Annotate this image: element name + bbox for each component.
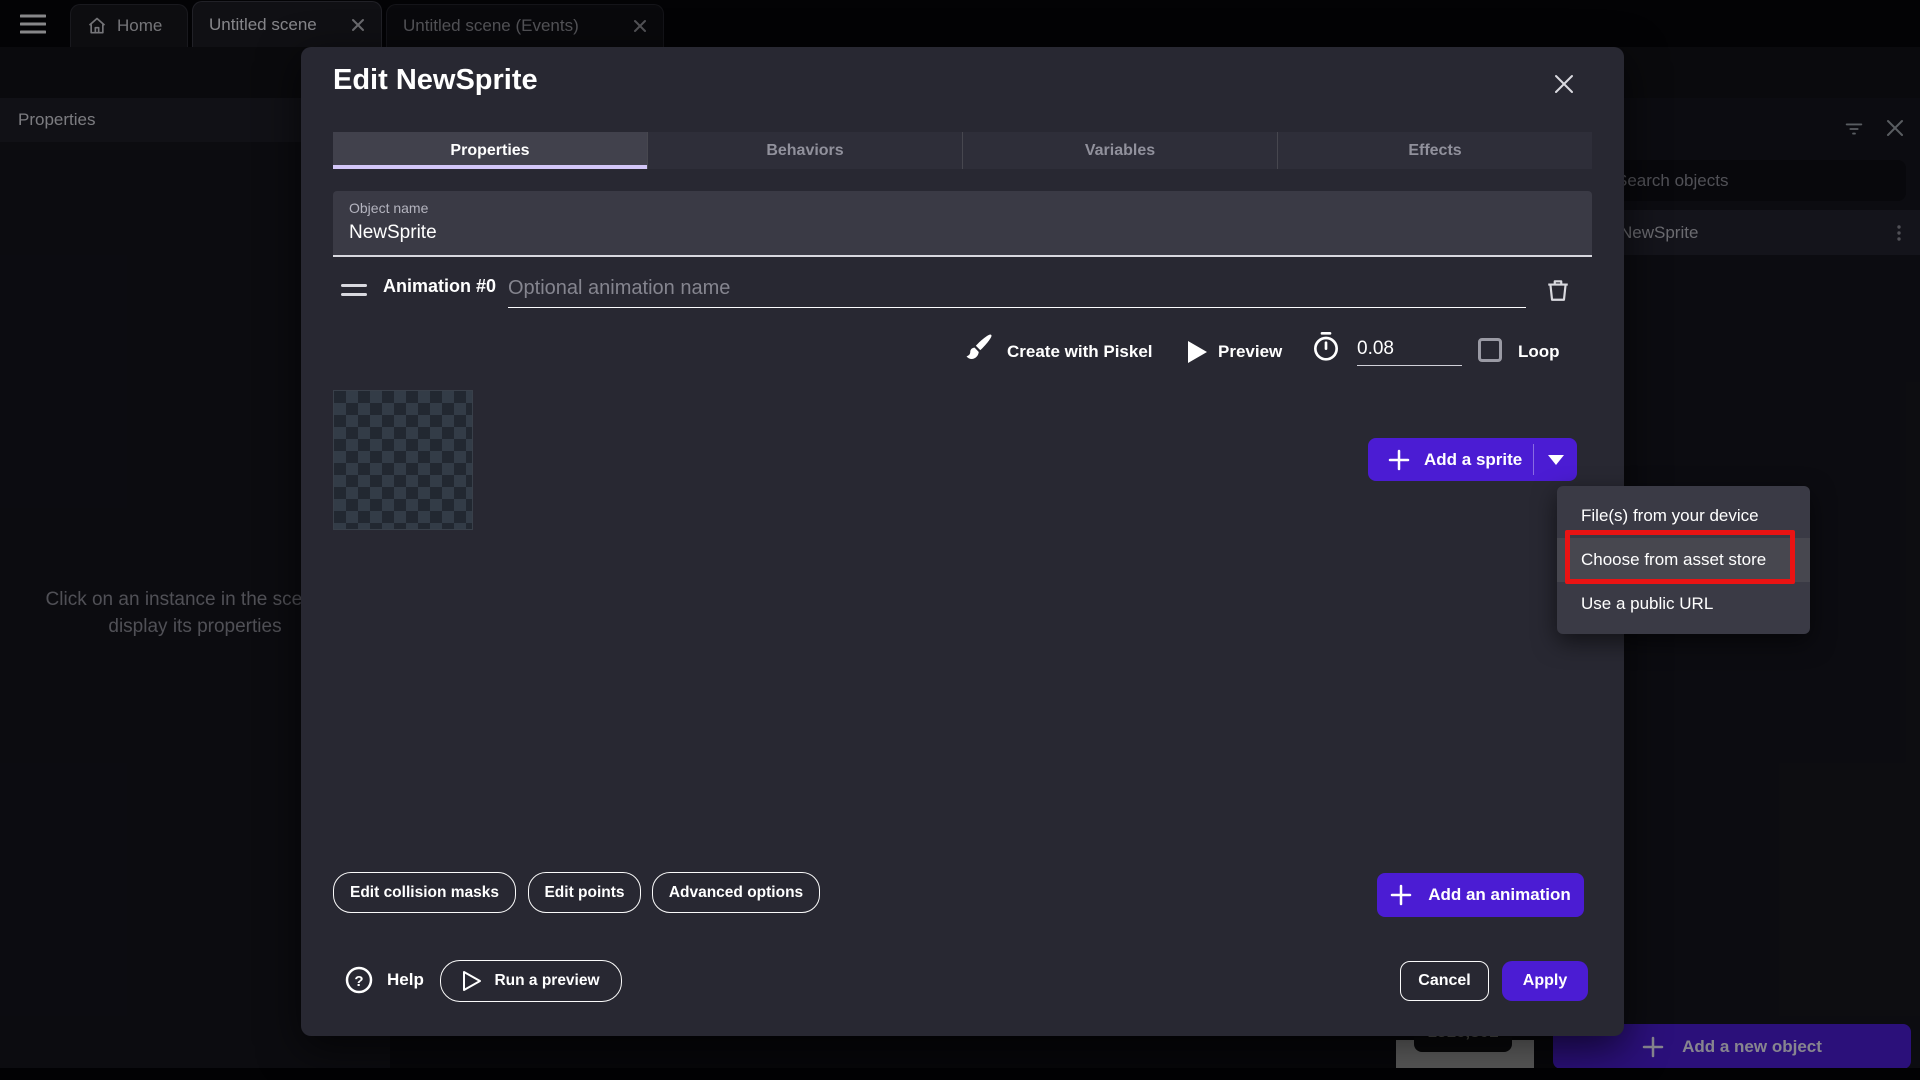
plus-icon	[1390, 884, 1412, 906]
add-sprite-main[interactable]: Add a sprite	[1368, 449, 1533, 471]
cancel-button[interactable]: Cancel	[1400, 961, 1489, 1001]
play-outline-icon	[462, 970, 482, 992]
advanced-options-button[interactable]: Advanced options	[652, 872, 820, 913]
tab-behaviors[interactable]: Behaviors	[648, 132, 963, 169]
question-circle-icon: ?	[345, 966, 373, 994]
apply-button[interactable]: Apply	[1502, 961, 1588, 1001]
object-name-input[interactable]	[349, 222, 1576, 244]
add-animation-button[interactable]: Add an animation	[1377, 873, 1584, 917]
gdevelop-editor: Home Untitled scene Untitled scene (Even…	[0, 0, 1920, 1080]
stopwatch-icon	[1310, 330, 1342, 362]
animation-label: Animation #0	[383, 276, 496, 297]
tab-effects[interactable]: Effects	[1278, 132, 1592, 169]
dialog-tab-bar: Properties Behaviors Variables Effects	[333, 132, 1592, 169]
edit-collision-masks-button[interactable]: Edit collision masks	[333, 872, 516, 913]
help-button[interactable]: ? Help	[345, 966, 424, 994]
dialog-title: Edit NewSprite	[333, 64, 538, 97]
dialog-close-icon[interactable]	[1552, 72, 1576, 96]
object-name-label: Object name	[349, 200, 1576, 216]
tab-properties[interactable]: Properties	[333, 132, 648, 169]
plus-icon	[1388, 449, 1410, 471]
add-sprite-label: Add a sprite	[1424, 450, 1522, 470]
annotation-highlight-box	[1565, 530, 1795, 584]
help-label: Help	[387, 970, 424, 990]
add-sprite-button[interactable]: Add a sprite	[1368, 438, 1577, 481]
svg-text:?: ?	[354, 973, 363, 990]
empty-sprite-thumbnail[interactable]	[333, 390, 473, 530]
animation-name-input[interactable]	[508, 270, 1526, 308]
drag-handle-icon[interactable]	[341, 284, 367, 296]
edit-points-button[interactable]: Edit points	[528, 872, 641, 913]
tab-variables[interactable]: Variables	[963, 132, 1278, 169]
run-preview-label: Run a preview	[494, 972, 599, 990]
create-with-piskel-button[interactable]: Create with Piskel	[1007, 342, 1153, 362]
object-name-field[interactable]: Object name	[333, 191, 1592, 257]
brush-icon	[964, 332, 994, 362]
run-preview-button[interactable]: Run a preview	[440, 960, 622, 1002]
loop-checkbox[interactable]	[1478, 338, 1502, 362]
time-between-frames-input[interactable]	[1357, 333, 1462, 366]
add-animation-label: Add an animation	[1428, 885, 1571, 905]
chevron-down-icon[interactable]	[1534, 455, 1577, 465]
menu-item-use-public-url[interactable]: Use a public URL	[1557, 582, 1810, 626]
delete-animation-icon[interactable]	[1545, 277, 1571, 303]
play-icon	[1186, 340, 1208, 364]
preview-button[interactable]: Preview	[1218, 342, 1282, 362]
loop-label: Loop	[1518, 342, 1560, 362]
